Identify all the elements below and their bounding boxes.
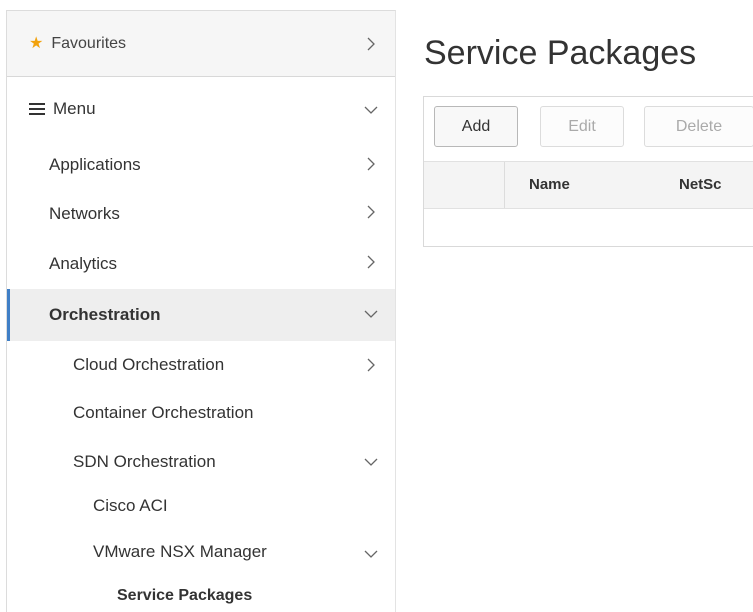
menu-icon (29, 100, 45, 118)
add-button[interactable]: Add (434, 106, 518, 147)
sidebar-item-label: Container Orchestration (73, 403, 254, 422)
chevron-right-icon (364, 205, 378, 219)
chevron-down-icon (364, 455, 378, 469)
chevron-down-icon (364, 103, 378, 117)
sidebar-item-orchestration[interactable]: Orchestration (7, 289, 395, 341)
delete-button[interactable]: Delete (644, 106, 753, 147)
sidebar-item-label: SDN Orchestration (73, 452, 216, 471)
menu-header[interactable]: Menu (7, 77, 395, 141)
column-divider (504, 162, 505, 208)
favourites-item[interactable]: ★ Favourites (7, 11, 395, 77)
sidebar-item-label: Applications (49, 155, 141, 174)
favourites-label: Favourites (51, 34, 127, 52)
edit-button[interactable]: Edit (540, 106, 624, 147)
sidebar-item-vmware-nsx-manager[interactable]: VMware NSX Manager (7, 525, 395, 579)
chevron-right-icon (364, 255, 378, 269)
chevron-right-icon (364, 358, 378, 372)
sidebar-item-label: Service Packages (117, 587, 253, 604)
sidebar-item-label: Analytics (49, 254, 118, 273)
table-header: Name NetSc (424, 161, 753, 209)
sidebar-item-applications[interactable]: Applications (7, 141, 395, 189)
sidebar-item-label: VMware NSX Manager (93, 542, 267, 561)
sidebar-item-cloud-orchestration[interactable]: Cloud Orchestration (7, 341, 395, 389)
chevron-down-icon (364, 307, 378, 321)
sidebar-item-container-orchestration[interactable]: Container Orchestration (7, 389, 395, 437)
sidebar-item-service-packages[interactable]: Service Packages (7, 579, 395, 612)
sidebar: ★ Favourites Menu Applications Networks … (6, 10, 396, 612)
active-indicator (7, 289, 10, 341)
sidebar-item-cisco-aci[interactable]: Cisco ACI (7, 487, 395, 525)
sidebar-item-label: Cisco ACI (93, 496, 168, 515)
chevron-right-icon (364, 37, 378, 51)
sidebar-item-label: Orchestration (49, 305, 161, 324)
sidebar-item-sdn-orchestration[interactable]: SDN Orchestration (7, 437, 395, 487)
chevron-right-icon (364, 157, 378, 171)
page-title: Service Packages (424, 34, 697, 72)
column-header-name[interactable]: Name (529, 176, 570, 193)
service-packages-panel: Add Edit Delete Name NetSc (423, 96, 753, 247)
sidebar-item-analytics[interactable]: Analytics (7, 239, 395, 289)
star-icon: ★ (29, 34, 44, 52)
sidebar-item-label: Networks (49, 204, 120, 223)
sidebar-item-label: Cloud Orchestration (73, 355, 225, 374)
sidebar-item-networks[interactable]: Networks (7, 189, 395, 239)
menu-label: Menu (53, 99, 96, 118)
column-header-netscaler[interactable]: NetSc (679, 176, 722, 193)
chevron-down-icon (364, 547, 378, 561)
